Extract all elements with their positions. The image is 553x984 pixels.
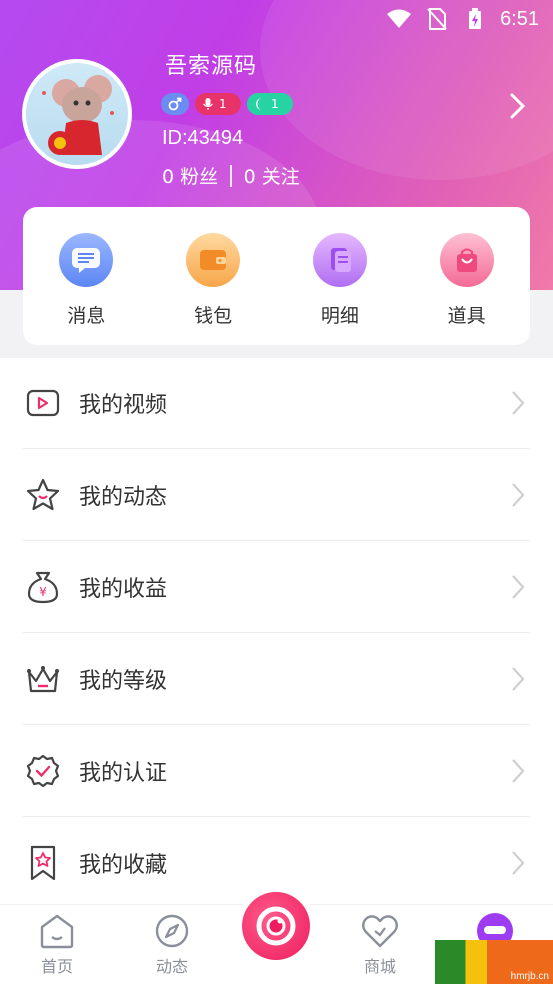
quick-action-message[interactable]: 消息 bbox=[36, 233, 136, 328]
quick-action-label: 道具 bbox=[447, 305, 486, 327]
menu-item-my-moments[interactable]: 我的动态 bbox=[23, 449, 530, 541]
quick-action-wallet[interactable]: 钱包 bbox=[163, 233, 263, 328]
tab-moments[interactable]: 动态 bbox=[132, 911, 212, 977]
video-play-icon bbox=[23, 383, 63, 423]
status-time: 6:51 bbox=[500, 7, 539, 30]
props-bag-icon bbox=[439, 233, 494, 287]
chevron-right-icon[interactable] bbox=[506, 92, 530, 120]
chevron-right-icon bbox=[512, 483, 525, 507]
watermark-text: hmrjb.cn bbox=[510, 971, 549, 982]
fans-count[interactable]: 0 粉丝 bbox=[162, 162, 218, 189]
compass-icon bbox=[152, 911, 192, 951]
chevron-right-icon bbox=[512, 391, 525, 415]
profile-menu-list: 我的视频 我的动态 ¥ 我的收益 我的等级 我的认证 我的收藏 bbox=[0, 357, 553, 909]
message-icon bbox=[59, 233, 114, 287]
menu-item-my-earnings[interactable]: ¥ 我的收益 bbox=[23, 541, 530, 633]
menu-item-label: 我的动态 bbox=[79, 484, 168, 510]
center-live-button[interactable] bbox=[236, 886, 316, 966]
site-watermark-logo: hmrjb.cn bbox=[435, 940, 553, 984]
follow-stats: 0 粉丝 0 关注 bbox=[162, 162, 300, 189]
chevron-right-icon bbox=[512, 851, 525, 875]
menu-item-my-level[interactable]: 我的等级 bbox=[23, 633, 530, 725]
verified-badge-icon bbox=[23, 751, 63, 791]
tab-mall[interactable]: 商城 bbox=[340, 911, 420, 977]
menu-item-my-verification[interactable]: 我的认证 bbox=[23, 725, 530, 817]
user-name: 吾索源码 bbox=[165, 54, 258, 79]
home-icon bbox=[37, 911, 77, 951]
status-bar: 6:51 bbox=[0, 0, 553, 38]
avatar-image bbox=[26, 63, 128, 165]
tab-label: 商城 bbox=[363, 957, 396, 976]
divider bbox=[230, 164, 232, 187]
user-level-value: 1 bbox=[271, 97, 279, 111]
tab-home[interactable]: 首页 bbox=[17, 911, 97, 977]
moon-icon bbox=[256, 98, 262, 110]
no-sim-icon bbox=[424, 8, 450, 30]
user-level-badge: 1 bbox=[247, 93, 293, 115]
avatar[interactable] bbox=[22, 59, 132, 169]
crown-icon bbox=[23, 659, 63, 699]
menu-item-my-videos[interactable]: 我的视频 bbox=[23, 357, 530, 449]
quick-actions-card: 消息 钱包 明细 道具 bbox=[23, 207, 530, 345]
quick-action-label: 消息 bbox=[67, 305, 106, 327]
quick-action-label: 明细 bbox=[320, 305, 359, 327]
microphone-icon bbox=[203, 98, 213, 110]
tab-label: 动态 bbox=[155, 957, 188, 976]
anchor-level-badge: 1 bbox=[195, 93, 241, 115]
battery-charging-icon bbox=[462, 8, 488, 30]
chevron-right-icon bbox=[512, 667, 525, 691]
following-count[interactable]: 0 关注 bbox=[244, 162, 300, 189]
detail-icon bbox=[312, 233, 367, 287]
menu-item-label: 我的认证 bbox=[79, 760, 168, 786]
menu-item-label: 我的收益 bbox=[79, 576, 168, 602]
bookmark-star-icon bbox=[23, 843, 63, 883]
wifi-icon bbox=[386, 8, 412, 30]
chevron-right-icon bbox=[512, 759, 525, 783]
quick-action-detail[interactable]: 明细 bbox=[290, 233, 390, 328]
tab-label: 首页 bbox=[40, 957, 73, 976]
user-badges: 1 1 bbox=[161, 93, 293, 115]
svg-text:¥: ¥ bbox=[39, 585, 47, 599]
wallet-icon bbox=[186, 233, 241, 287]
quick-action-props[interactable]: 道具 bbox=[417, 233, 517, 328]
camera-lens-icon bbox=[242, 892, 310, 960]
user-id: ID:43494 bbox=[162, 127, 244, 149]
menu-item-label: 我的视频 bbox=[79, 392, 168, 418]
quick-action-label: 钱包 bbox=[194, 305, 233, 327]
chevron-right-icon bbox=[512, 575, 525, 599]
male-icon bbox=[168, 97, 182, 111]
gender-male-badge bbox=[161, 93, 189, 115]
heart-icon bbox=[360, 911, 400, 951]
star-icon bbox=[23, 475, 63, 515]
money-bag-icon: ¥ bbox=[23, 567, 63, 607]
anchor-level-value: 1 bbox=[219, 97, 227, 111]
menu-item-label: 我的等级 bbox=[79, 668, 168, 694]
menu-item-label: 我的收藏 bbox=[79, 853, 168, 878]
